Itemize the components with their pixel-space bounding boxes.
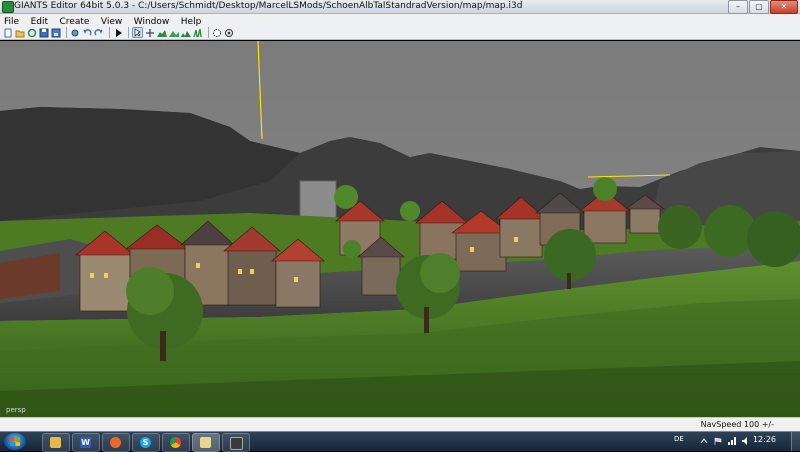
select-icon[interactable] <box>132 27 143 38</box>
render-icon[interactable] <box>224 28 234 38</box>
shader-icon[interactable] <box>212 28 222 38</box>
nav-speed-readout: NavSpeed 100 +/- <box>700 420 774 429</box>
taskbar-giants-editor[interactable] <box>192 433 220 452</box>
action-center-flag-icon[interactable] <box>714 437 722 445</box>
close-button[interactable]: ✕ <box>770 0 798 14</box>
save-as-icon[interactable] <box>51 28 61 38</box>
grass-icon[interactable] <box>193 28 203 38</box>
new-file-icon[interactable] <box>3 28 13 38</box>
play-icon[interactable] <box>113 28 123 38</box>
taskbar: W S DE 12:26 <box>0 431 800 452</box>
terrain-paint-icon[interactable] <box>169 28 179 38</box>
camera-label: persp <box>6 406 26 414</box>
taskbar-word[interactable]: W <box>72 433 100 452</box>
show-desktop-button[interactable] <box>791 432 800 451</box>
clock[interactable]: 12:26 <box>753 435 776 444</box>
toolbar-separator <box>208 27 209 38</box>
language-indicator[interactable]: DE <box>674 435 684 443</box>
taskbar-unknown-app[interactable] <box>222 433 250 452</box>
giants-editor-icon <box>200 437 211 448</box>
settings-icon[interactable] <box>70 28 80 38</box>
menu-bar: File Edit Create View Window Help <box>0 14 800 27</box>
network-icon[interactable] <box>728 437 736 445</box>
window-title: GIANTS Editor 64bit 5.0.3 - C:/Users/Sch… <box>14 1 523 11</box>
title-bar: GIANTS Editor 64bit 5.0.3 - C:/Users/Sch… <box>0 0 800 14</box>
toolbar-separator <box>128 27 129 38</box>
minimize-button[interactable]: – <box>728 0 748 14</box>
skype-icon: S <box>140 437 151 448</box>
move-icon[interactable] <box>145 28 155 38</box>
show-hidden-icons-icon[interactable] <box>700 437 708 445</box>
undo-icon[interactable] <box>82 28 92 38</box>
window-controls: – ▢ ✕ <box>727 0 798 14</box>
word-icon: W <box>80 437 91 448</box>
volume-icon[interactable] <box>742 437 750 445</box>
status-bar: NavSpeed 100 +/- <box>0 417 800 432</box>
taskbar-skype[interactable]: S <box>132 433 160 452</box>
start-button[interactable] <box>4 433 26 450</box>
terrain-sculpt-icon[interactable] <box>157 28 167 38</box>
taskbar-firefox[interactable] <box>102 433 130 452</box>
firefox-icon <box>110 437 121 448</box>
taskbar-chrome[interactable] <box>162 433 190 452</box>
save-icon[interactable] <box>39 28 49 38</box>
system-tray: DE 12:26 <box>670 432 800 451</box>
scene-render <box>0 41 800 417</box>
redo-icon[interactable] <box>94 28 104 38</box>
open-icon[interactable] <box>15 28 25 38</box>
taskbar-explorer[interactable] <box>42 433 70 452</box>
toolbar-separator <box>109 27 110 38</box>
toolbar-separator <box>66 27 67 38</box>
3d-viewport[interactable]: persp <box>0 41 800 417</box>
foliage-paint-icon[interactable] <box>181 28 191 38</box>
giants-editor-app-icon <box>2 1 14 13</box>
chrome-icon <box>170 437 181 448</box>
windows-logo-icon <box>10 437 20 446</box>
toolbar <box>0 26 800 40</box>
maximize-button[interactable]: ▢ <box>749 0 769 14</box>
window-icon <box>230 437 243 450</box>
reload-icon[interactable] <box>27 28 37 38</box>
folder-icon <box>50 437 61 448</box>
